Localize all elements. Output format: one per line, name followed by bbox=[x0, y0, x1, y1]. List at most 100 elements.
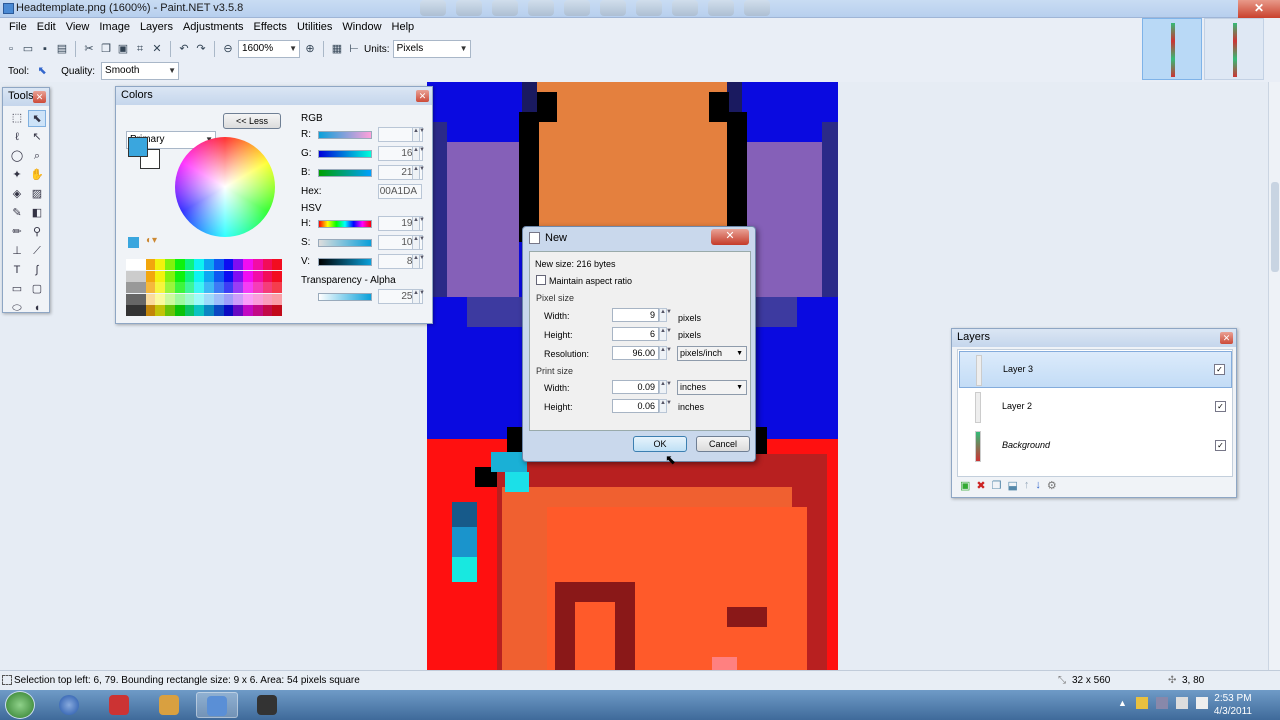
cut-icon[interactable]: ✂ bbox=[82, 42, 96, 56]
quality-combo[interactable]: Smooth ▼ bbox=[101, 62, 180, 80]
palette-swatch[interactable] bbox=[252, 259, 263, 270]
palette-swatch[interactable] bbox=[262, 259, 273, 270]
merge-layer-down-icon[interactable]: ⬓ bbox=[1008, 479, 1018, 492]
menu-layers[interactable]: Layers bbox=[135, 21, 178, 33]
palette-swatch[interactable] bbox=[145, 259, 156, 270]
palette-swatch[interactable] bbox=[135, 282, 146, 294]
palette-swatch[interactable] bbox=[233, 270, 243, 282]
palette-swatch[interactable] bbox=[272, 305, 282, 317]
palette-swatch[interactable] bbox=[204, 293, 214, 305]
close-icon[interactable]: ✕ bbox=[416, 90, 429, 102]
palette-swatch[interactable] bbox=[272, 282, 282, 294]
move-selection-icon[interactable]: ⬉ bbox=[28, 110, 46, 127]
palette-swatch[interactable] bbox=[223, 282, 234, 294]
palette-swatch[interactable] bbox=[223, 293, 234, 305]
palette-swatch[interactable] bbox=[165, 293, 175, 305]
palette-swatch[interactable] bbox=[174, 293, 185, 305]
palette-swatch[interactable] bbox=[213, 259, 224, 270]
palette-swatch[interactable] bbox=[243, 305, 253, 317]
deselect-icon[interactable]: ✕ bbox=[150, 42, 164, 56]
palette-swatch[interactable] bbox=[243, 293, 253, 305]
alpha-slider[interactable] bbox=[318, 293, 372, 301]
palette-swatch[interactable] bbox=[126, 293, 136, 305]
palette-swatch[interactable] bbox=[194, 305, 204, 317]
palette-swatch[interactable] bbox=[233, 282, 243, 294]
color-palette[interactable] bbox=[126, 259, 282, 317]
open-icon[interactable]: ▭ bbox=[21, 42, 35, 56]
tab-thumb-10[interactable] bbox=[744, 0, 770, 16]
ruler-icon[interactable]: ⊢ bbox=[347, 42, 361, 56]
tab-thumb-7[interactable] bbox=[636, 0, 662, 16]
tab-thumb-9[interactable] bbox=[708, 0, 734, 16]
palette-swatch[interactable] bbox=[194, 293, 204, 305]
taskbar-paintnet[interactable] bbox=[196, 692, 238, 718]
palette-swatch[interactable] bbox=[155, 270, 165, 282]
menu-view[interactable]: View bbox=[61, 21, 95, 33]
layer-visibility-checkbox[interactable]: ✓ bbox=[1215, 440, 1226, 451]
resolution-unit-dropdown[interactable]: pixels/inch ▼ bbox=[677, 346, 747, 361]
palette-swatch[interactable] bbox=[184, 282, 195, 294]
palette-swatch[interactable] bbox=[213, 293, 224, 305]
move-pixels-icon[interactable]: ↖ bbox=[28, 129, 46, 146]
print-width-spinner[interactable]: ▲▼ bbox=[659, 380, 672, 394]
palette-swatch[interactable] bbox=[184, 305, 195, 317]
rounded-rectangle-icon[interactable]: ▢ bbox=[28, 281, 46, 298]
height-spinner[interactable]: ▲▼ bbox=[659, 327, 672, 341]
taskbar-app-2[interactable] bbox=[98, 692, 140, 718]
tab-thumb-5[interactable] bbox=[564, 0, 590, 16]
h-slider[interactable] bbox=[318, 220, 372, 228]
palette-swatch[interactable] bbox=[252, 293, 263, 305]
clone-stamp-icon[interactable]: ⊥ bbox=[8, 243, 26, 260]
palette-swatch[interactable] bbox=[126, 259, 136, 270]
tab-thumb-6[interactable] bbox=[600, 0, 626, 16]
image-thumbnail[interactable] bbox=[1204, 18, 1264, 80]
paste-icon[interactable]: ▣ bbox=[116, 42, 130, 56]
eraser-icon[interactable]: ◧ bbox=[28, 205, 46, 222]
menu-edit[interactable]: Edit bbox=[32, 21, 61, 33]
palette-swatch[interactable] bbox=[145, 270, 156, 282]
v-slider[interactable] bbox=[318, 258, 372, 266]
dialog-close-button[interactable]: ✕ bbox=[711, 229, 749, 245]
tray-volume-icon[interactable] bbox=[1196, 697, 1208, 709]
close-icon[interactable]: ✕ bbox=[33, 91, 46, 103]
r-slider[interactable] bbox=[318, 131, 372, 139]
layer-properties-icon[interactable]: ⚙ bbox=[1047, 479, 1057, 492]
pan-icon[interactable]: ✋ bbox=[28, 167, 46, 184]
menu-file[interactable]: File bbox=[4, 21, 32, 33]
vertical-scrollbar[interactable] bbox=[1268, 82, 1280, 670]
h-spinner[interactable]: ▲▼ bbox=[412, 216, 425, 231]
ok-button[interactable]: OK bbox=[633, 436, 687, 452]
gradient-icon[interactable]: ▨ bbox=[28, 186, 46, 203]
r-spinner[interactable]: ▲▼ bbox=[412, 127, 425, 142]
color-picker-icon[interactable]: ⚲ bbox=[28, 224, 46, 241]
palette-swatch[interactable] bbox=[126, 270, 136, 282]
layer-visibility-checkbox[interactable]: ✓ bbox=[1214, 364, 1225, 375]
palette-swatch[interactable] bbox=[145, 282, 156, 294]
zoom-out-icon[interactable]: ⊖ bbox=[221, 42, 235, 56]
rectangle-icon[interactable]: ▭ bbox=[8, 281, 26, 298]
palette-swatch[interactable] bbox=[135, 259, 146, 270]
palette-swatch[interactable] bbox=[165, 259, 175, 270]
rectangle-select-icon[interactable]: ⬚ bbox=[8, 110, 26, 127]
palette-swatch[interactable] bbox=[233, 293, 243, 305]
tab-thumb-3[interactable] bbox=[492, 0, 518, 16]
menu-utilities[interactable]: Utilities bbox=[292, 21, 337, 33]
palette-swatch[interactable] bbox=[204, 305, 214, 317]
menu-image[interactable]: Image bbox=[94, 21, 135, 33]
palette-swatch[interactable] bbox=[213, 282, 224, 294]
palette-swatch[interactable] bbox=[262, 270, 273, 282]
palette-swatch[interactable] bbox=[145, 305, 156, 317]
move-selection-tool-icon[interactable]: ⬉ bbox=[35, 64, 49, 78]
palette-swatch[interactable] bbox=[155, 259, 165, 270]
palette-swatch[interactable] bbox=[233, 305, 243, 317]
width-spinner[interactable]: ▲▼ bbox=[659, 308, 672, 322]
save-icon[interactable]: ▪ bbox=[38, 42, 52, 56]
add-layer-icon[interactable]: ▣ bbox=[960, 479, 970, 492]
image-thumbnail-active[interactable] bbox=[1142, 18, 1202, 80]
palette-swatch[interactable] bbox=[155, 305, 165, 317]
palette-swap-icon[interactable] bbox=[128, 237, 139, 248]
layer-row-layer-2[interactable]: Layer 2 ✓ bbox=[959, 389, 1232, 426]
tab-thumb-8[interactable] bbox=[672, 0, 698, 16]
palette-swatch[interactable] bbox=[155, 293, 165, 305]
palette-swatch[interactable] bbox=[262, 282, 273, 294]
